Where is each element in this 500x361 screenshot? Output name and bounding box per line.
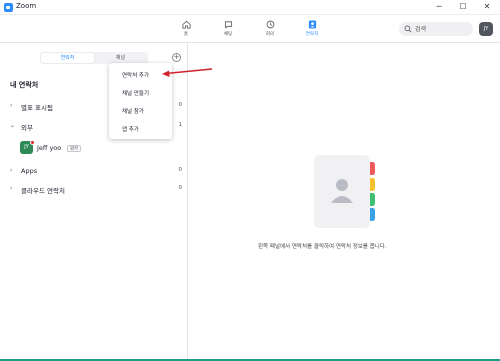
contact-item[interactable]: JY Jeff yoo 외부 [20,140,180,155]
search-box[interactable]: 검색 [399,22,473,36]
clock-icon [266,20,274,29]
chevron-right-icon: › [10,185,13,192]
group-apps[interactable]: › Apps 0 [10,166,182,178]
menu-item-add-contact[interactable]: 연락처 추가 [122,71,149,79]
external-badge: 외부 [67,145,82,152]
menu-item-add-app[interactable]: 앱 추가 [122,125,139,133]
tab-chat-label: 채팅 [223,32,233,37]
menu-item-create-channel[interactable]: 채널 만들기 [122,89,149,97]
chevron-right-icon: › [10,167,13,174]
add-contact-button[interactable]: + [172,53,181,62]
tab-home[interactable]: 홈 [172,20,200,42]
group-count: 0 [178,185,183,191]
app-title: Zoom [16,2,37,10]
tab-meetings[interactable]: 회의 [256,20,284,42]
chevron-down-icon: ⌄ [10,122,16,129]
title-bar: Zoom ─ ☐ ✕ [0,0,500,15]
home-icon [181,20,191,29]
group-name: Apps [21,167,38,175]
minimize-button[interactable]: ─ [432,2,446,12]
menu-item-join-channel[interactable]: 채널 참가 [122,107,144,115]
tab-home-label: 홈 [183,32,189,37]
contacts-icon [308,20,316,29]
group-name: 클라우드 연락처 [21,187,65,195]
group-name: 별표 표시됨 [21,104,53,112]
add-menu: 연락처 추가 채널 만들기 채널 참가 앱 추가 [109,63,172,139]
segment-tab-contacts[interactable]: 연락처 [41,53,94,63]
zoom-logo-icon [4,3,13,12]
empty-state-message: 왼쪽 패널에서 연락처를 클릭하여 연락처 정보를 봅니다. [258,244,387,250]
search-placeholder: 검색 [415,26,427,33]
plus-icon: + [173,53,180,61]
group-cloud-contacts[interactable]: › 클라우드 연락처 0 [10,184,182,196]
tab-contacts-label: 연락처 [305,32,319,37]
close-button[interactable]: ✕ [480,2,494,12]
tab-chat[interactable]: 채팅 [214,20,242,42]
section-title: 내 연락처 [10,81,39,89]
group-count: 1 [178,122,183,128]
group-name: 외부 [21,124,33,132]
contact-name: Jeff yoo [37,144,62,152]
chat-icon [224,21,232,29]
profile-avatar[interactable]: JY [479,22,493,36]
segment-tab-channels[interactable]: 채널 [94,53,147,63]
group-count: 0 [178,167,183,173]
search-icon [404,25,412,33]
tab-contacts[interactable]: 연락처 [298,20,326,42]
maximize-button[interactable]: ☐ [456,2,470,12]
tab-meetings-label: 회의 [265,32,275,37]
chevron-right-icon: › [10,102,13,109]
address-book-icon [314,155,375,228]
group-count: 0 [178,102,183,108]
status-dot [30,140,35,145]
